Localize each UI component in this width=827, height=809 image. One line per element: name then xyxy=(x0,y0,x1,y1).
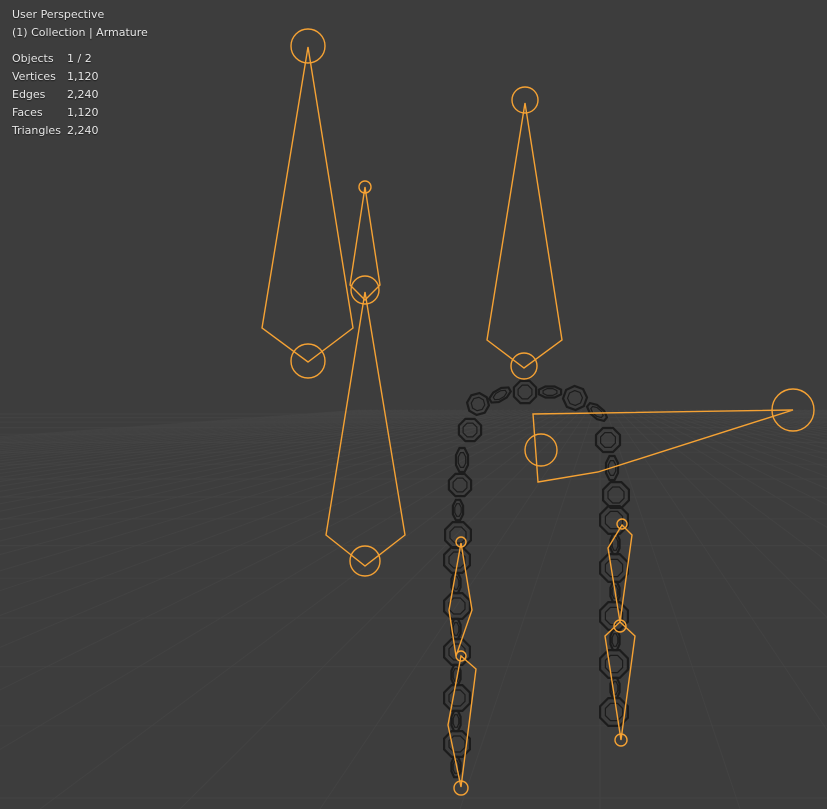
stat-value: 1,120 xyxy=(67,106,99,119)
stat-value: 2,240 xyxy=(67,124,99,137)
grid-line xyxy=(0,409,445,462)
grid-line xyxy=(459,409,595,809)
grid-line xyxy=(659,409,827,461)
stat-label: Objects xyxy=(12,52,54,65)
grid-line xyxy=(761,409,827,418)
stat-row-triangles: Triangles 2,240 xyxy=(12,122,148,140)
grid-line xyxy=(179,409,583,809)
chain-link xyxy=(451,498,465,522)
stat-label: Vertices xyxy=(12,70,56,83)
armature-bone xyxy=(349,180,381,305)
stat-row-objects: Objects 1 / 2 xyxy=(12,50,148,68)
grid-line xyxy=(629,409,827,528)
chain-link xyxy=(450,709,462,733)
chain-link xyxy=(598,648,630,680)
grid-line xyxy=(0,409,487,487)
armature-bone xyxy=(524,388,815,483)
grid-line xyxy=(767,409,827,417)
armature-bone xyxy=(486,86,563,380)
grid-line xyxy=(0,409,457,468)
chain-link xyxy=(443,591,471,621)
view-name: User Perspective xyxy=(12,8,105,21)
grid-line xyxy=(0,409,409,449)
chain-link xyxy=(454,446,470,474)
collection-path: (1) Collection | Armature xyxy=(12,26,148,39)
grid-line xyxy=(671,409,827,449)
stat-label: Edges xyxy=(12,88,46,101)
chain-link xyxy=(443,683,471,713)
grid-line xyxy=(0,409,427,455)
grid-line xyxy=(0,409,391,444)
scene-statistics: Objects 1 / 2 Vertices 1,120 Edges 2,240… xyxy=(12,50,148,140)
grid-line xyxy=(0,409,463,471)
grid-line xyxy=(623,409,827,562)
grid-line xyxy=(0,409,385,443)
grid-line xyxy=(755,409,827,419)
grid-line xyxy=(749,409,827,420)
stat-value: 2,240 xyxy=(67,88,99,101)
grid-line xyxy=(779,409,827,416)
grid-line xyxy=(785,409,827,415)
grid-line xyxy=(725,409,827,425)
chain-link xyxy=(561,384,589,412)
chain-link xyxy=(601,481,631,509)
stat-row-faces: Faces 1,120 xyxy=(12,104,148,122)
stat-row-vertices: Vertices 1,120 xyxy=(12,68,148,86)
grid-line xyxy=(653,409,827,468)
chain-mesh[interactable] xyxy=(443,379,631,779)
chain-link xyxy=(537,385,563,399)
chain-link xyxy=(585,401,609,423)
chain-link xyxy=(598,552,630,584)
grid-line xyxy=(617,409,827,619)
grid-line xyxy=(39,409,577,809)
chain-link xyxy=(444,520,472,550)
chain-link xyxy=(609,628,621,652)
grid-line xyxy=(677,409,827,445)
floor-grid xyxy=(0,409,827,809)
grid-line xyxy=(821,409,827,411)
grid-line xyxy=(695,409,827,435)
grid-line xyxy=(719,409,827,427)
grid-line xyxy=(0,409,439,459)
grid-line xyxy=(0,409,433,457)
stat-value: 1 / 2 xyxy=(67,52,92,65)
stat-row-edges: Edges 2,240 xyxy=(12,86,148,104)
stat-label: Triangles xyxy=(12,124,61,137)
stat-value: 1,120 xyxy=(67,70,99,83)
grid-line xyxy=(0,409,379,441)
grid-line xyxy=(319,409,589,809)
chain-link xyxy=(512,379,538,405)
grid-line xyxy=(0,409,373,440)
viewport-info-overlay: User Perspective (1) Collection | Armatu… xyxy=(12,6,148,140)
stat-label: Faces xyxy=(12,106,43,119)
grid-line xyxy=(647,409,827,478)
grid-line xyxy=(0,409,565,691)
chain-link xyxy=(447,472,473,498)
grid-line xyxy=(641,409,827,490)
armature-bone xyxy=(261,28,354,379)
grid-line xyxy=(797,409,827,414)
grid-line xyxy=(0,409,559,648)
grid-line xyxy=(689,409,827,438)
grid-line xyxy=(0,409,403,447)
grid-line xyxy=(815,409,827,412)
grid-line xyxy=(635,409,827,506)
chain-link xyxy=(487,386,513,404)
grid-line xyxy=(0,409,451,465)
3d-viewport[interactable]: User Perspective (1) Collection | Armatu… xyxy=(0,0,827,809)
